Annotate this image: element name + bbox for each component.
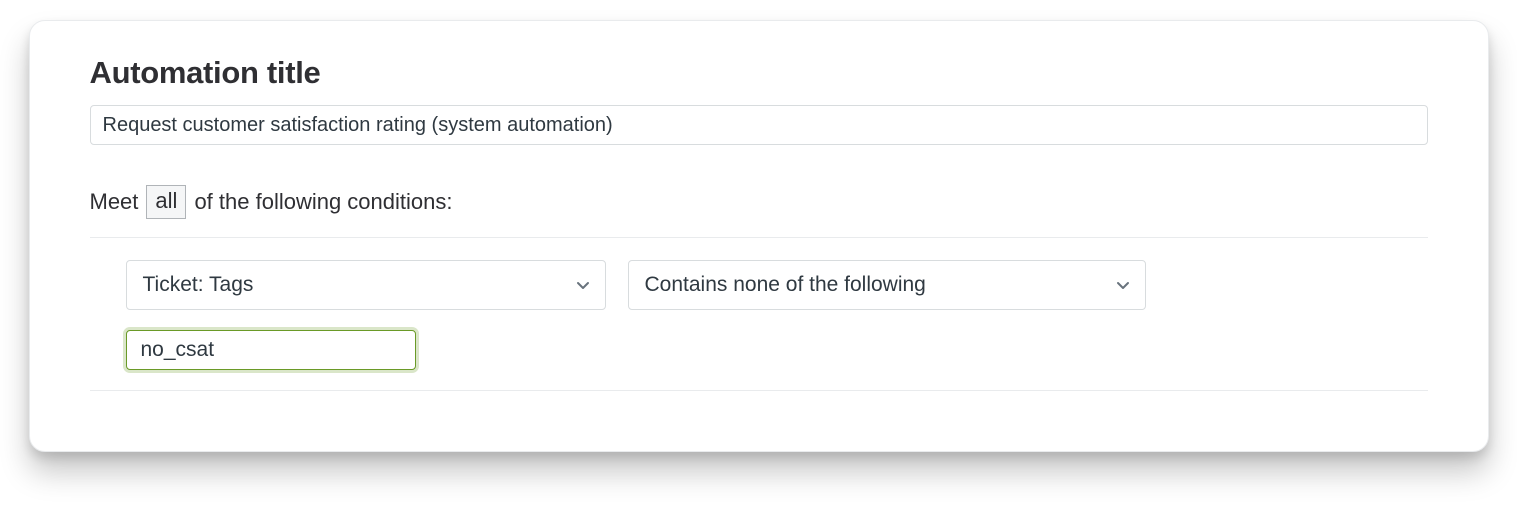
condition-value-row: no_csat: [90, 310, 1428, 370]
meet-text-after: of the following conditions:: [194, 189, 452, 215]
conditions-sentence: Meet all of the following conditions:: [90, 185, 1428, 219]
condition-operator-select[interactable]: Contains none of the following: [628, 260, 1146, 310]
meet-all-any-selector[interactable]: all: [146, 185, 186, 219]
tag-text: no_csat: [141, 338, 215, 362]
automation-title-input[interactable]: [90, 105, 1428, 145]
condition-field-value: Ticket: Tags: [143, 273, 254, 297]
condition-operator-value: Contains none of the following: [645, 273, 926, 297]
meet-text-before: Meet: [90, 189, 139, 215]
condition-row: Ticket: Tags Contains none of the follow…: [90, 238, 1428, 310]
chevron-down-icon: [1115, 277, 1131, 293]
chevron-down-icon: [575, 277, 591, 293]
automation-editor-card: Automation title Meet all of the followi…: [29, 20, 1489, 452]
condition-field-select[interactable]: Ticket: Tags: [126, 260, 606, 310]
tags-value-input[interactable]: no_csat: [126, 330, 416, 370]
section-heading: Automation title: [90, 55, 1428, 91]
divider: [90, 390, 1428, 391]
